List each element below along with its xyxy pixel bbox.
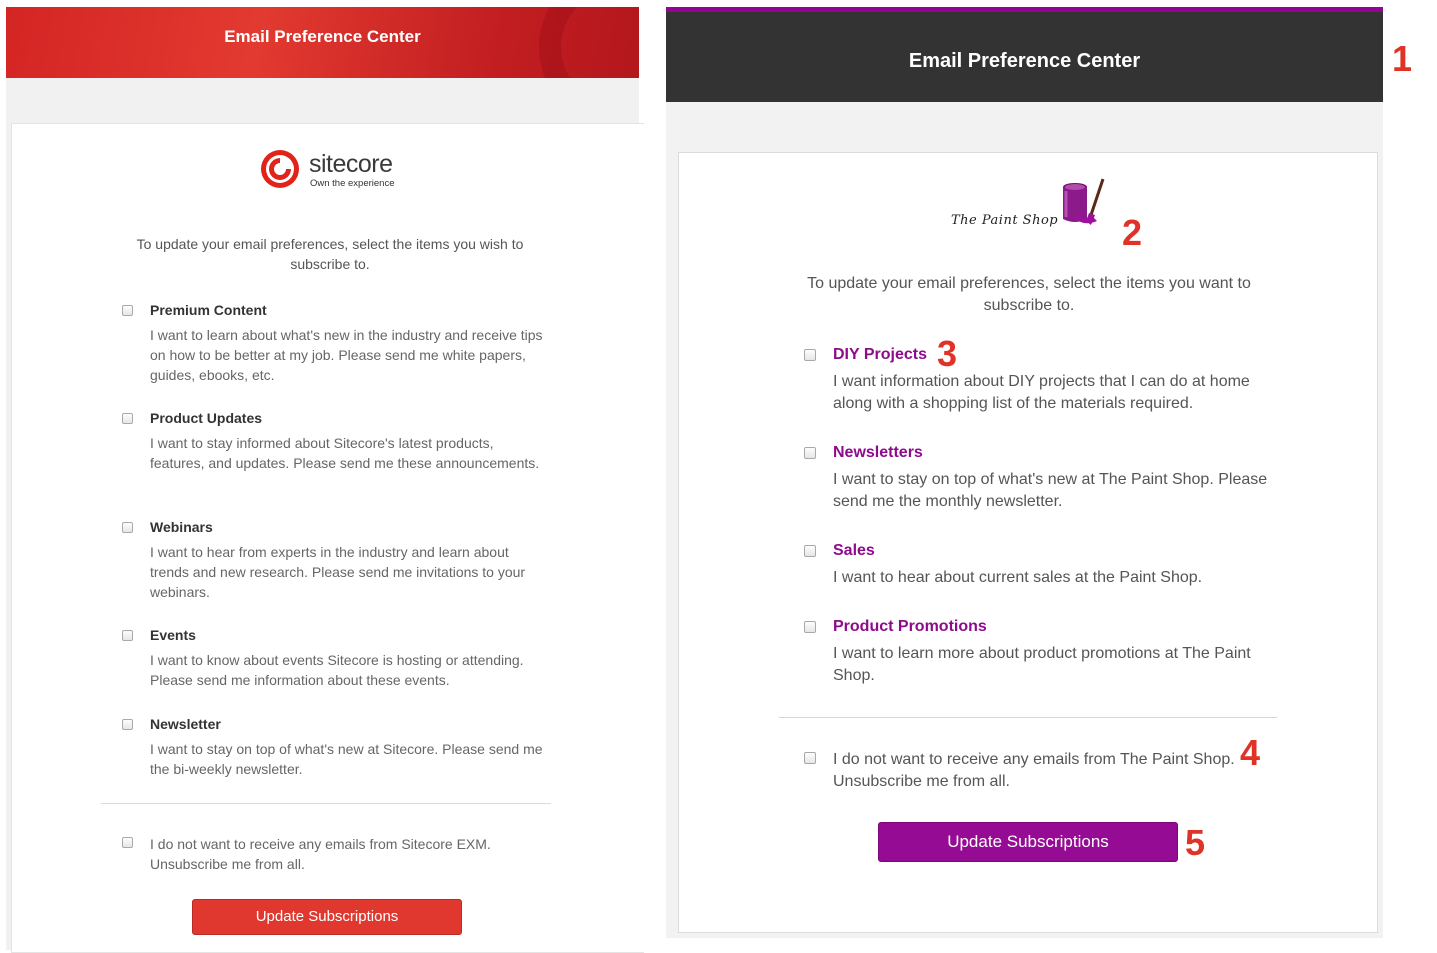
premium-content-checkbox[interactable]	[122, 305, 133, 316]
left-intro-text: To update your email preferences, select…	[136, 236, 524, 272]
option-label: Webinars	[150, 519, 213, 535]
option-label: Product Updates	[150, 410, 263, 426]
option-label: Sales	[833, 542, 875, 559]
right-header: Email Preference Center	[666, 7, 1383, 102]
option-description: I want information about DIY projects th…	[833, 373, 1250, 412]
option-description: I want to stay informed about Sitecore's…	[150, 435, 540, 471]
callout-number: 2	[1122, 212, 1143, 253]
sitecore-logo: sitecore Own the experience	[259, 148, 429, 192]
callout-number: 4	[1240, 732, 1261, 773]
unsubscribe-all-checkbox[interactable]	[122, 837, 133, 848]
left-divider	[101, 803, 551, 804]
option-description: I want to learn about what's new in the …	[150, 327, 543, 383]
paint-shop-wordmark: The Paint Shop	[951, 213, 1059, 228]
option-description: I want to know about events Sitecore is …	[150, 652, 524, 688]
product-updates-checkbox[interactable]	[122, 413, 133, 424]
callout-number: 3	[937, 333, 958, 374]
right-update-subscriptions-button[interactable]: Update Subscriptions	[878, 822, 1178, 862]
product-promotions-checkbox[interactable]	[804, 621, 816, 633]
callout-number: 1	[1392, 38, 1413, 79]
newsletters-checkbox[interactable]	[804, 447, 816, 459]
option-description: I want to hear from experts in the indus…	[150, 544, 526, 600]
sitecore-wordmark: sitecore	[309, 150, 393, 178]
left-header-title: Email Preference Center	[224, 27, 421, 46]
paint-shop-preference-center: Email Preference Center The Paint Shop T…	[666, 7, 1383, 938]
callout-number: 5	[1185, 822, 1206, 863]
unsubscribe-all-checkbox[interactable]	[804, 752, 816, 764]
newsletter-checkbox[interactable]	[122, 719, 133, 730]
option-description: I want to hear about current sales at th…	[833, 569, 1203, 586]
unsubscribe-all-text: I do not want to receive any emails from…	[833, 751, 1235, 790]
left-update-subscriptions-button[interactable]: Update Subscriptions	[192, 899, 462, 935]
diy-projects-checkbox[interactable]	[804, 349, 816, 361]
sitecore-tagline: Own the experience	[310, 178, 395, 189]
option-label: Newsletters	[833, 444, 923, 461]
right-divider	[779, 717, 1277, 718]
option-label: Newsletter	[150, 716, 221, 732]
left-header: Email Preference Center	[6, 7, 639, 78]
unsubscribe-all-text: I do not want to receive any emails from…	[150, 836, 491, 872]
sales-checkbox[interactable]	[804, 545, 816, 557]
option-label: Events	[150, 627, 196, 643]
left-preferences-card: sitecore Own the experience To update yo…	[11, 123, 644, 953]
option-label: Product Promotions	[833, 618, 987, 635]
sitecore-preference-center: Email Preference Center sitecore Own the…	[6, 7, 644, 953]
paint-can-icon	[1063, 178, 1105, 225]
option-description: I want to learn more about product promo…	[833, 645, 1251, 684]
option-label: Premium Content	[150, 302, 267, 318]
option-label: DIY Projects	[833, 346, 927, 363]
sitecore-logo-icon	[261, 150, 299, 188]
option-description: I want to stay on top of what's new at S…	[150, 741, 543, 777]
right-preferences-card: The Paint Shop To update your email pref…	[678, 152, 1378, 933]
webinars-checkbox[interactable]	[122, 522, 133, 533]
right-intro-text: To update your email preferences, select…	[807, 275, 1251, 314]
paint-shop-logo: The Paint Shop	[951, 177, 1111, 237]
option-description: I want to stay on top of what's new at T…	[833, 471, 1268, 510]
right-header-title: Email Preference Center	[908, 50, 1141, 72]
events-checkbox[interactable]	[122, 630, 133, 641]
